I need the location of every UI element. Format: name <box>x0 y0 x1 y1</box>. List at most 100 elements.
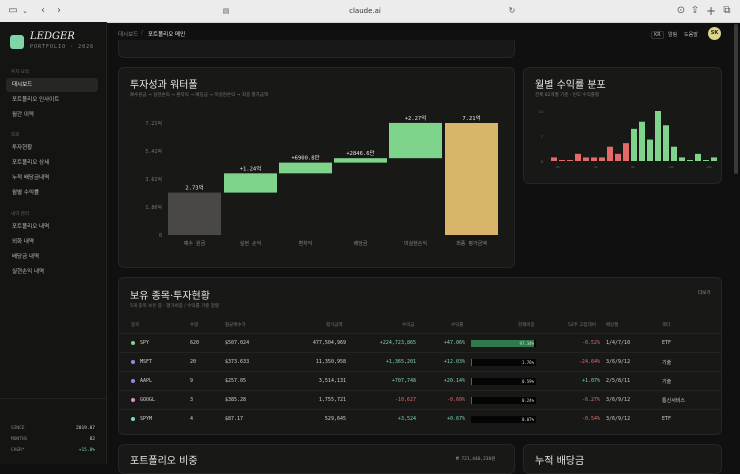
hist-xtick-label: -4% <box>592 165 598 169</box>
col-value[interactable]: 평가금액 <box>326 322 343 328</box>
hist-bar <box>591 157 597 161</box>
waterfall-data-label: +1.24억 <box>240 164 262 172</box>
language-button[interactable]: KR <box>651 31 664 39</box>
cell-sector: ETF <box>662 340 671 346</box>
nav-item-cumulative-dividends[interactable]: 누적 배당금내역 <box>6 171 98 185</box>
col-div-months[interactable]: 배당월 <box>606 322 618 328</box>
weight-label: 0.24% <box>522 397 534 404</box>
nav-item-monthly-history[interactable]: 월간 이력 <box>6 108 98 122</box>
nav-item-fx-records[interactable]: 외화 내역 <box>6 235 98 249</box>
waterfall-data-label: +2846.6만 <box>346 149 374 157</box>
cell-qty: 9 <box>190 378 193 384</box>
waterfall-bar <box>279 163 332 174</box>
reload-icon[interactable]: ↻ <box>508 3 516 19</box>
waterfall-bar <box>389 123 442 158</box>
breadcrumb-current: 포트폴리오 메인 <box>148 30 185 38</box>
hist-bar <box>655 111 661 161</box>
cell-avg: $507.024 <box>225 340 249 346</box>
waterfall-category-label: 환차익 <box>299 240 313 247</box>
holdings-more-link[interactable]: 더보기 <box>698 290 710 296</box>
waterfall-ytick-label: 0 <box>159 233 162 239</box>
cell-ticker: SPYM <box>140 416 152 422</box>
cell-pnl: +1,365,201 <box>386 359 416 365</box>
nav-item-portfolio-detail[interactable]: 포트폴리오 상세 <box>6 156 98 170</box>
col-return[interactable]: 수익률 <box>451 322 463 328</box>
hist-ytick-label: 7 <box>541 135 543 139</box>
address-bar[interactable]: ▤ claude.ai ↻ <box>210 3 520 19</box>
col-52w-high[interactable]: 52주 고점대비 <box>568 322 596 328</box>
share-icon[interactable]: ⇪ <box>690 0 700 22</box>
nav-item-portfolio-records[interactable]: 포트폴리오 내역 <box>6 220 98 234</box>
cell-ret: -0.60% <box>447 397 465 403</box>
section-label-summary: 투자 요약 <box>11 69 29 75</box>
browser-toolbar: ▭ ⌄ ‹ › ▤ claude.ai ↻ ⊙ ⇪ + ⧉ <box>0 0 740 23</box>
nav-item-realized-records[interactable]: 실현손익 내역 <box>6 265 98 279</box>
nav-item-insights[interactable]: 포트폴리오 인사이트 <box>6 93 98 107</box>
weight-bar: 0.24% <box>471 397 536 404</box>
hist-bar <box>583 157 589 161</box>
hist-bar <box>559 160 565 161</box>
stat-months: MONTHS82 <box>11 437 95 442</box>
cell-value: 529,645 <box>325 416 346 422</box>
breadcrumb-parent[interactable]: 대시보드 <box>118 30 138 38</box>
avatar[interactable]: SK <box>708 27 721 40</box>
cell-months: 2/5/8/11 <box>606 378 630 384</box>
alerts-button[interactable]: 알림 <box>668 31 677 38</box>
hist-bar <box>671 147 677 161</box>
weight-bar: 1.76% <box>471 359 536 366</box>
cell-months: 3/6/9/12 <box>606 397 630 403</box>
col-weight[interactable]: 현재비중 <box>518 322 535 328</box>
row-divider <box>118 409 722 410</box>
weight-label: 0.59% <box>522 378 534 385</box>
hist-bar <box>703 160 709 161</box>
back-icon[interactable]: ‹ <box>38 0 48 22</box>
cell-high: +1.07% <box>582 378 600 384</box>
hist-bar <box>695 154 701 161</box>
holdings-subtitle: 5개 종목 보유 중 · 평가비중 / 수익률 기준 정렬 <box>130 303 219 309</box>
cell-value: 11,350,958 <box>316 359 346 365</box>
col-ticker[interactable]: 종목 <box>131 322 139 328</box>
cell-pnl: -10,627 <box>395 397 416 403</box>
col-sector[interactable]: 섹터 <box>662 322 670 328</box>
col-avg-price[interactable]: 평균매수가 <box>225 322 246 328</box>
cell-sector: 기술 <box>662 359 671 366</box>
new-tab-icon[interactable]: + <box>706 0 716 22</box>
cell-sector: 기술 <box>662 378 671 385</box>
col-qty[interactable]: 수량 <box>190 322 198 328</box>
hist-bar <box>711 157 717 161</box>
nav-item-dashboard[interactable]: 대시보드 <box>6 78 98 92</box>
nav-item-investment-status[interactable]: 투자현황 <box>6 141 98 155</box>
hist-bar <box>575 154 581 161</box>
nav-item-dividend-records[interactable]: 배당금 내역 <box>6 250 98 264</box>
weight-bar: 0.07% <box>471 416 536 423</box>
scrollbar-thumb[interactable] <box>734 24 738 174</box>
cell-qty: 4 <box>190 416 193 422</box>
waterfall-category-label: 배당금 <box>354 240 368 247</box>
waterfall-ytick-label: 5.41억 <box>145 148 162 155</box>
waterfall-category-label: 최종 평가금액 <box>456 240 487 247</box>
tabs-overview-icon[interactable]: ⧉ <box>722 0 732 22</box>
cell-value: 3,514,131 <box>319 378 346 384</box>
forward-icon[interactable]: › <box>54 0 64 22</box>
weight-bar-fill <box>471 359 472 366</box>
chevron-down-icon[interactable]: ⌄ <box>20 0 30 22</box>
help-button[interactable]: 도움말 <box>684 31 698 38</box>
hist-bar <box>687 160 693 161</box>
cell-value: 1,755,721 <box>319 397 346 403</box>
sidebar-toggle-icon[interactable]: ▭ <box>6 0 20 22</box>
cell-ticker: AAPL <box>140 378 152 384</box>
weight-label: 97.34% <box>520 340 534 347</box>
cell-ret: +20.14% <box>444 378 465 384</box>
table-header-divider <box>118 333 722 334</box>
stat-since: SINCE2019.07 <box>11 426 95 431</box>
download-icon[interactable]: ⊙ <box>676 0 686 22</box>
weight-label: 0.07% <box>522 416 534 423</box>
waterfall-bar <box>168 193 221 235</box>
hist-xtick-label: -9% <box>554 165 560 169</box>
cell-qty: 20 <box>190 359 196 365</box>
cell-high: -6.27% <box>582 397 600 403</box>
allocation-title: 포트폴리오 비중 <box>130 452 198 467</box>
nav-item-monthly-returns[interactable]: 월별 수익률 <box>6 186 98 200</box>
col-pnl[interactable]: 수익금 <box>402 322 414 328</box>
cell-avg: $257.05 <box>225 378 246 384</box>
